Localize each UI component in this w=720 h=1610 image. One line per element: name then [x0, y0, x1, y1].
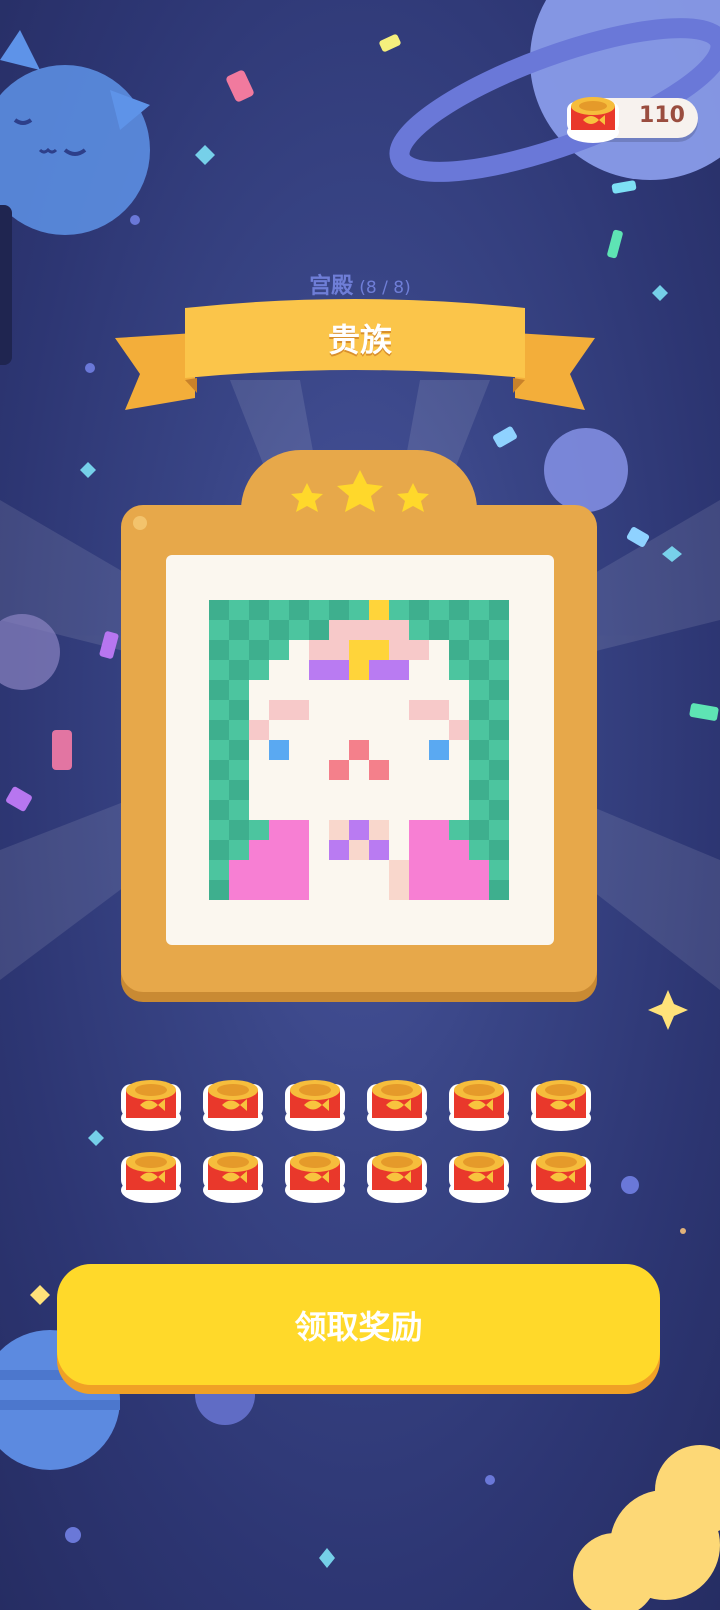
star-icon: [397, 483, 429, 512]
fish-can-icon: [364, 1068, 430, 1134]
fish-can-icon: [200, 1140, 266, 1206]
reward-title: 贵族: [327, 321, 392, 359]
fish-can-icon: [364, 1140, 430, 1206]
fish-can-icon: [446, 1140, 512, 1206]
frame-dot: [133, 516, 147, 530]
category-name: 宫殿: [309, 274, 354, 299]
pixel-art-noble-cat: [209, 600, 509, 900]
category-label: 宫殿 (8 / 8): [0, 268, 720, 300]
cat-planet-decoration: [0, 30, 150, 235]
fish-can-icon: [528, 1140, 594, 1206]
fish-can-icon: [446, 1068, 512, 1134]
star-rating: [291, 470, 429, 512]
category-progress: (8 / 8): [359, 278, 411, 298]
fish-can-icon: [282, 1068, 348, 1134]
fish-can-icon: [282, 1140, 348, 1206]
yellow-cloud-decoration: [573, 1445, 720, 1610]
fish-can-icon: [528, 1068, 594, 1134]
fish-can-icon: [118, 1068, 184, 1134]
star-icon: [291, 483, 323, 512]
claim-reward-button[interactable]: 领取奖励: [57, 1264, 660, 1385]
currency-amount: 110: [639, 103, 685, 128]
fish-can-icon: [567, 97, 619, 143]
star-icon: [337, 470, 383, 512]
fish-can-icon: [200, 1068, 266, 1134]
fish-can-icon: [118, 1140, 184, 1206]
